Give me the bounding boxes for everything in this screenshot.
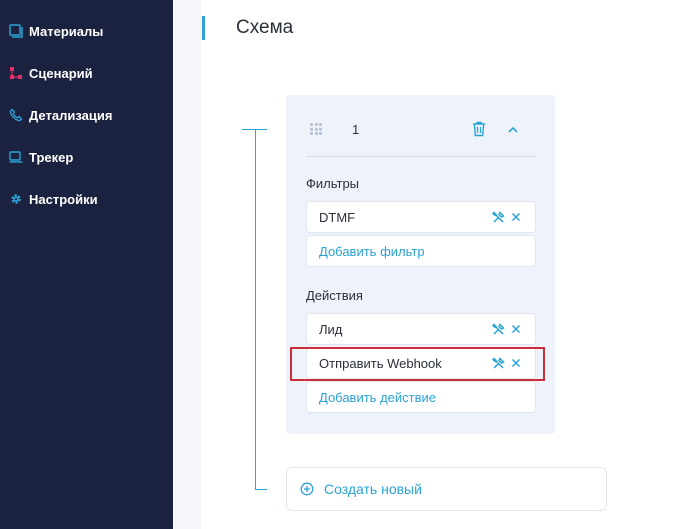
card-divider	[306, 156, 536, 157]
sidebar-item-label: Сценарий	[29, 65, 93, 81]
add-filter-label: Добавить фильтр	[319, 243, 425, 259]
sidebar-item-label: Трекер	[29, 149, 74, 165]
sidebar-item-details[interactable]: Детализация	[9, 104, 112, 126]
sidebar-item-label: Материалы	[29, 23, 104, 39]
plus-circle-icon	[300, 482, 314, 496]
scenario-icon	[9, 66, 23, 80]
add-action-label: Добавить действие	[319, 389, 436, 405]
sidebar-item-settings[interactable]: Настройки	[9, 188, 98, 210]
timeline-line	[255, 129, 256, 490]
filters-label: Фильтры	[306, 176, 360, 191]
gear-icon	[9, 192, 23, 206]
sidebar: Материалы Сценарий Детализация Трекер На…	[0, 0, 173, 529]
add-filter-button[interactable]: Добавить фильтр	[306, 235, 536, 267]
chevron-up-icon[interactable]	[506, 123, 520, 135]
sidebar-item-tracker[interactable]: Трекер	[9, 146, 73, 168]
close-icon[interactable]	[509, 210, 523, 224]
filter-row[interactable]: DTMF	[306, 201, 536, 233]
actions-label: Действия	[306, 288, 363, 303]
timeline-tick-top	[242, 129, 267, 130]
action-row[interactable]: Отправить Webhook	[306, 347, 536, 379]
close-icon[interactable]	[509, 356, 523, 370]
step-number: 1	[352, 122, 360, 137]
trash-icon[interactable]	[472, 121, 486, 137]
tools-icon[interactable]	[491, 322, 505, 336]
create-new-button[interactable]: Создать новый	[286, 467, 607, 511]
timeline-tick-bottom	[255, 489, 267, 490]
action-name: Лид	[319, 321, 343, 337]
page-title: Схема	[236, 17, 294, 38]
close-icon[interactable]	[509, 322, 523, 336]
tracker-icon	[9, 150, 23, 164]
action-row[interactable]: Лид	[306, 313, 536, 345]
phone-icon	[9, 108, 23, 122]
action-name: Отправить Webhook	[319, 355, 442, 371]
create-new-label: Создать новый	[324, 481, 422, 497]
add-action-button[interactable]: Добавить действие	[306, 381, 536, 413]
title-accent	[202, 16, 205, 40]
content-gutter	[173, 0, 201, 529]
sidebar-item-label: Детализация	[29, 107, 113, 123]
sidebar-item-materials[interactable]: Материалы	[9, 20, 103, 42]
materials-icon	[9, 24, 23, 38]
sidebar-item-scenario[interactable]: Сценарий	[9, 62, 93, 84]
filter-name: DTMF	[319, 209, 356, 225]
sidebar-item-label: Настройки	[29, 191, 98, 207]
tools-icon[interactable]	[491, 356, 505, 370]
drag-handle-icon[interactable]	[310, 123, 322, 135]
tools-icon[interactable]	[491, 210, 505, 224]
